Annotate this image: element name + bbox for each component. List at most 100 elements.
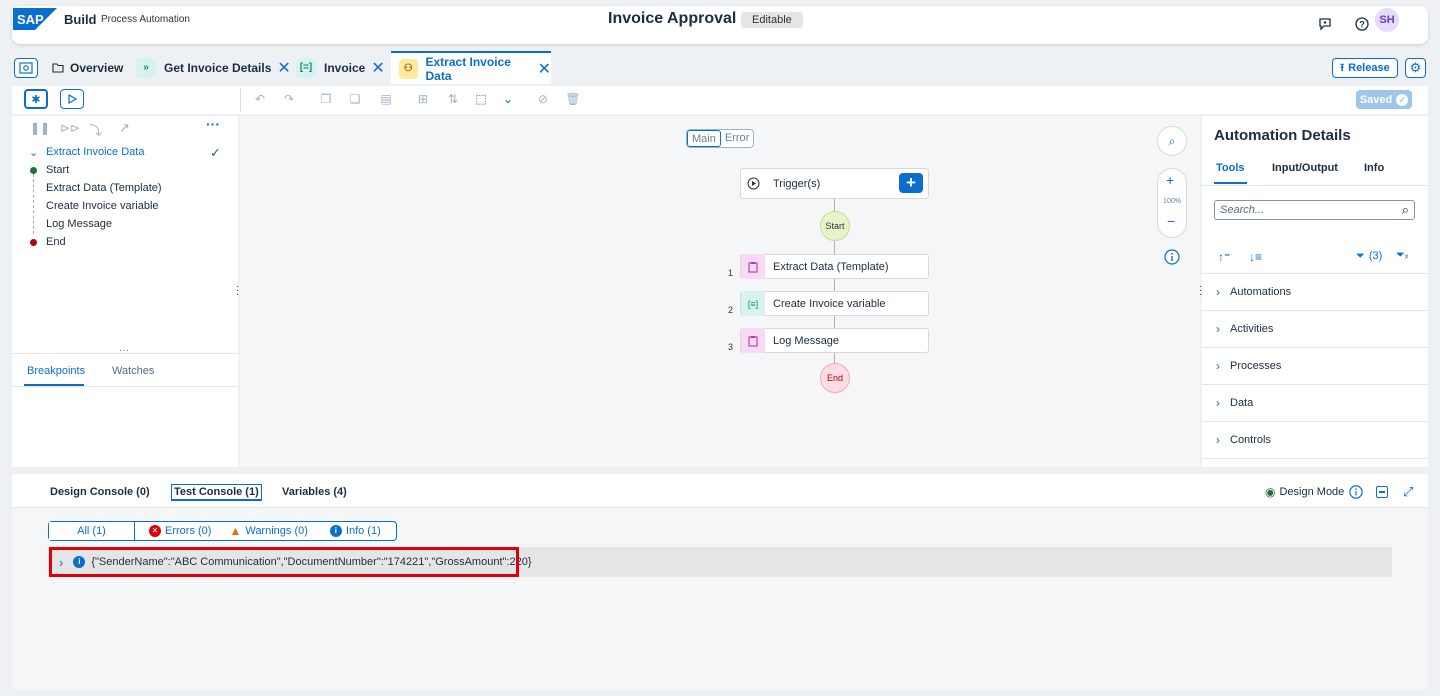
filter-info[interactable]: i Info (1) [329,525,381,537]
duplicate-icon[interactable]: ❏ [346,90,364,108]
tab-info[interactable]: Info [1364,162,1384,174]
design-mode-toggle[interactable]: ◉ Design Mode [1265,485,1344,499]
design-mode-icon: ◉ [1265,485,1276,499]
pause-icon[interactable]: ❚❚ [30,121,50,135]
tree-item-end[interactable]: End [46,236,66,248]
category-processes[interactable]: › Processes [1202,348,1428,385]
start-node[interactable]: Start [820,211,850,241]
step-log-message[interactable]: Log Message [740,328,929,353]
step-number: 1 [728,268,734,278]
check-icon: ✓ [210,145,221,160]
data-type-icon: [=] [296,57,316,78]
highlight-box [49,547,519,577]
sort-icon[interactable]: ⇅ [444,90,462,108]
close-icon[interactable]: ✕ [371,58,384,78]
add-trigger-button[interactable]: + [899,173,923,193]
category-controls[interactable]: › Controls [1202,422,1428,459]
sort-descending-icon[interactable]: ↓≡ [1249,250,1262,264]
filter-button[interactable]: ⏷ (3) [1356,250,1382,263]
tab-design-console[interactable]: Design Console (0) [50,486,150,498]
zoom-out-icon[interactable]: − [1167,213,1175,229]
tab-variables[interactable]: Variables (4) [282,486,347,498]
segment-error[interactable]: Error [721,130,753,147]
tree-item-create-invoice-variable[interactable]: Create Invoice variable [46,200,159,212]
add-group-icon[interactable]: ⊞ [414,90,432,108]
folder-icon [52,62,64,73]
segment-main[interactable]: Main [687,130,721,147]
tab-overview[interactable]: Overview [52,51,123,84]
info-icon: i [329,525,342,537]
info-icon[interactable] [1164,249,1180,265]
step-into-icon[interactable]: ⤵ [89,120,102,139]
flow-switch[interactable]: Main Error [686,129,755,148]
tree-item-log-message[interactable]: Log Message [46,218,112,230]
flow-canvas[interactable] [240,116,1200,467]
more-icon[interactable]: ··· [206,116,220,132]
end-dot [30,239,37,246]
chevron-down-icon[interactable]: ⌄ [29,146,38,159]
chevron-right-icon: › [1216,322,1220,336]
end-node[interactable]: End [820,363,850,393]
category-automations[interactable]: › Automations [1202,274,1428,311]
hide-icon[interactable]: ⊘ [534,90,552,108]
feedback-icon[interactable] [1318,17,1332,31]
search-icon: ⌕ [1168,133,1176,148]
category-data[interactable]: › Data [1202,385,1428,422]
tree-root[interactable]: Extract Invoice Data [46,146,144,158]
active-tab-indicator [1214,182,1247,184]
clear-filter-icon[interactable]: ⏷ₓ [1396,249,1408,262]
info-icon[interactable] [1349,485,1363,499]
filter-errors[interactable]: ✕ Errors (0) [149,525,211,537]
step-create-invoice-variable[interactable]: [≡] Create Invoice variable [740,291,929,316]
tab-test-console[interactable]: Test Console (1) [171,484,262,501]
tab-extract-invoice-data[interactable]: ⚇ Extract Invoice Data ✕ [391,51,551,84]
close-icon[interactable]: ✕ [277,58,290,78]
filter-icon: ⏷ [1356,250,1365,262]
test-button[interactable] [60,89,84,109]
help-icon[interactable]: ? [1355,17,1369,31]
select-icon[interactable]: ⬚ [472,90,490,108]
settings-button[interactable]: ⚙ [1405,58,1426,78]
sap-logo[interactable]: SAP [13,8,57,30]
play-icon [67,94,77,104]
redo-icon[interactable]: ↷ [280,90,298,108]
copy-icon[interactable]: ❐ [317,90,335,108]
filter-warnings[interactable]: ▲ Warnings (0) [229,524,307,538]
automation-icon: ⚇ [399,58,418,79]
tab-watches[interactable]: Watches [112,365,154,377]
filter-all[interactable]: All (1) [49,522,135,540]
tab-input-output[interactable]: Input/Output [1272,162,1338,174]
release-button[interactable]: ⭱ Release [1332,58,1398,78]
tree-item-extract-data[interactable]: Extract Data (Template) [46,182,162,194]
tree-item-start[interactable]: Start [46,164,69,176]
canvas-search-button[interactable]: ⌕ [1157,126,1187,156]
undo-icon[interactable]: ↶ [251,90,269,108]
step-out-icon[interactable]: ↗ [119,120,130,136]
chevron-right-icon: › [1216,433,1220,447]
tab-breakpoints[interactable]: Breakpoints [27,365,85,377]
zoom-in-icon[interactable]: + [1166,172,1174,188]
step-number: 2 [728,305,734,315]
saved-indicator: Saved ✓ [1356,90,1412,109]
delete-icon[interactable]: 🗑 [564,90,582,108]
step-over-icon[interactable]: ⊳⊳ [60,121,80,135]
sort-ascending-icon[interactable]: ↑⁼ [1218,250,1230,264]
tab-get-invoice-details[interactable]: » Get Invoice Details ✕ [136,51,291,84]
details-title: Automation Details [1214,127,1351,144]
close-icon[interactable]: ✕ [538,59,551,79]
tab-tools[interactable]: Tools [1216,162,1245,174]
paste-icon[interactable]: ▤ [377,90,395,108]
fullscreen-icon[interactable]: ⤢ [1403,484,1413,500]
pane-resize-icon[interactable]: · · · [236,282,239,300]
avatar[interactable]: SH [1375,8,1399,32]
resize-handle-icon[interactable]: ··· [119,345,129,356]
debug-button[interactable]: ✱ [24,89,48,109]
chevron-down-icon[interactable]: ⌄ [499,90,517,108]
search-input[interactable]: Search... ⌕ [1214,200,1415,220]
tab-invoice[interactable]: [=] Invoice ✕ [296,51,385,84]
navigator-button[interactable] [14,58,38,78]
minimize-icon[interactable] [1376,486,1388,498]
step-extract-data[interactable]: Extract Data (Template) [740,254,929,279]
category-activities[interactable]: › Activities [1202,311,1428,348]
chevron-right-icon: › [1216,359,1220,373]
